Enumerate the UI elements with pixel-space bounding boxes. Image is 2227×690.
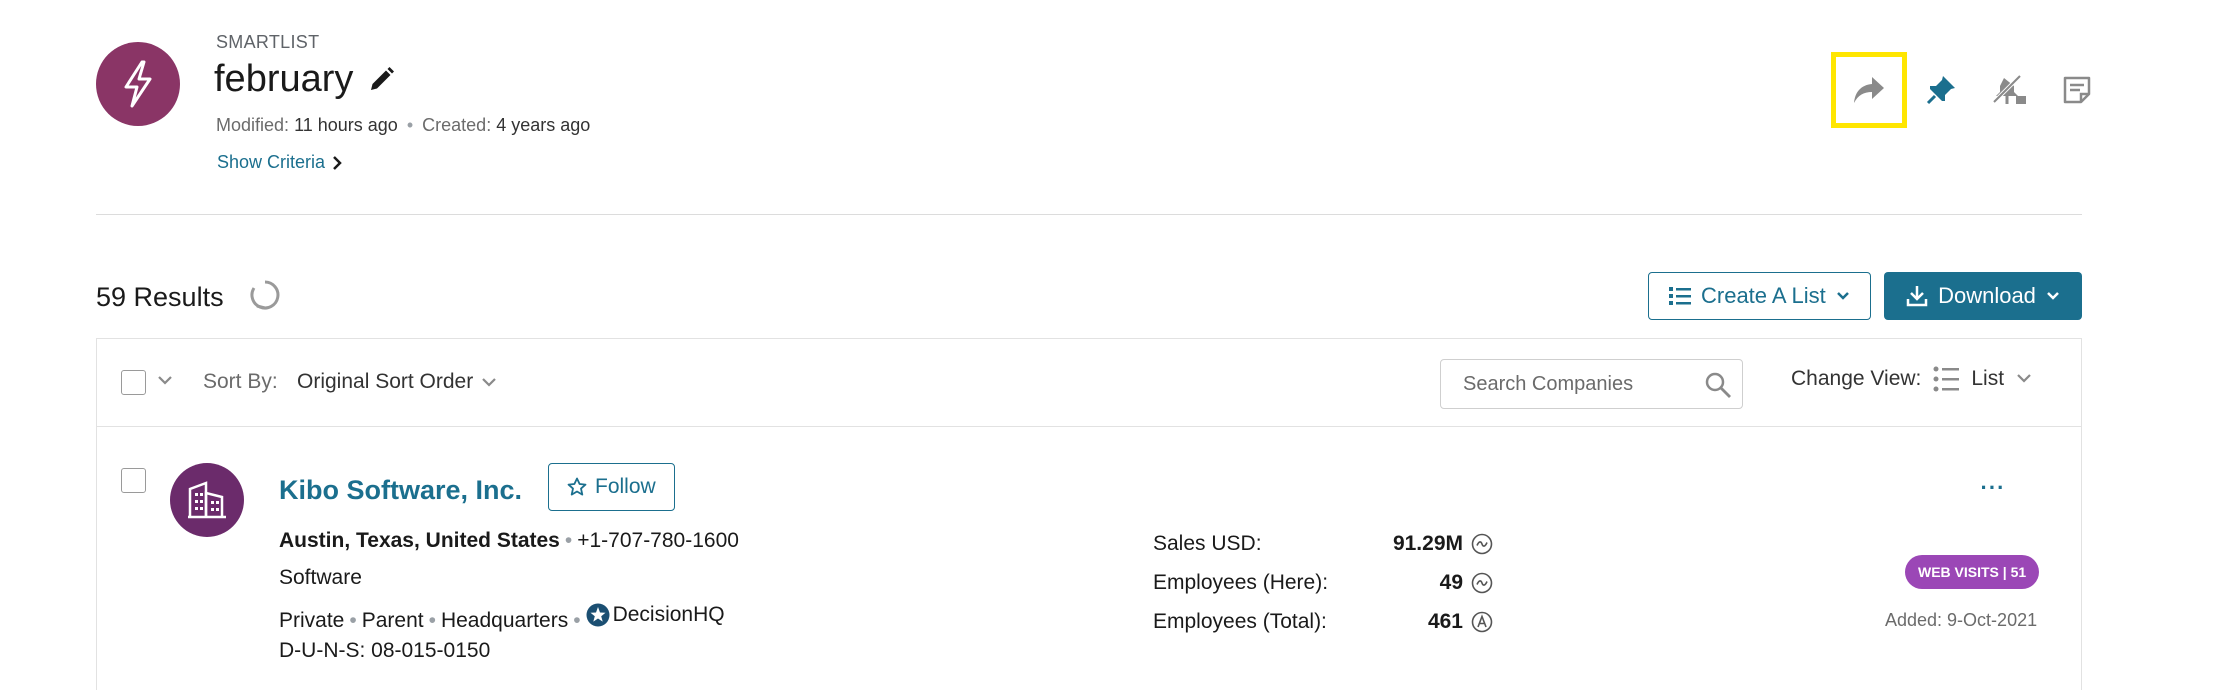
created-label: Created: [422, 115, 492, 135]
list-view-icon [1933, 366, 1960, 392]
list-icon [1669, 287, 1691, 305]
site-type: Headquarters [440, 609, 569, 632]
search-companies [1440, 359, 1743, 409]
decisionhq-label: DecisionHQ [612, 603, 725, 626]
unpin-button[interactable] [1975, 52, 2043, 128]
results-bar: 59 Results Create A List Download [96, 272, 2082, 322]
select-all-checkbox[interactable] [121, 370, 146, 395]
pencil-icon [371, 66, 395, 90]
separator-dot: • [428, 609, 436, 632]
notes-icon [2063, 76, 2091, 104]
page-title: february [214, 58, 354, 100]
results-count: 59 Results [96, 282, 224, 312]
location-line: Austin, Texas, United States • +1-707-780-… [279, 529, 739, 553]
row-checkbox[interactable] [121, 468, 146, 493]
employees-here-label: Employees (Here): [1153, 571, 1329, 594]
chevron-down-icon [2047, 292, 2059, 300]
follow-button[interactable]: Follow [548, 463, 675, 511]
view-value: List [1971, 367, 2005, 390]
pin-icon [1926, 76, 1955, 105]
decisionhq-star-icon [586, 603, 610, 627]
edit-title-button[interactable] [367, 66, 395, 94]
company-location: Austin, Texas, United States [279, 529, 560, 552]
chevron-down-icon [158, 376, 172, 385]
follow-label: Follow [595, 475, 656, 498]
smartlist-avatar [96, 42, 180, 126]
company-name-link[interactable]: Kibo Software, Inc. [279, 475, 522, 506]
industry-line: Software [279, 566, 362, 589]
search-icon[interactable] [1704, 371, 1732, 399]
title-row: february [214, 58, 395, 101]
download-icon [1906, 286, 1928, 307]
results-toolbar: Sort By: Original Sort Order Change View… [97, 339, 2081, 427]
list-type-label: SMARTLIST [216, 32, 320, 52]
employees-here-value: 49 [1439, 571, 1463, 594]
modified-value: 11 hours ago [294, 115, 398, 135]
show-criteria-link[interactable]: Show Criteria [217, 152, 343, 173]
separator-dot: • [349, 609, 357, 632]
decisionhq-badge: DecisionHQ [586, 603, 725, 627]
ownership: Private [279, 609, 345, 632]
list-header: SMARTLIST february Modified: 11 hours ag… [96, 30, 2091, 216]
sort-dropdown[interactable]: Original Sort Order [297, 370, 497, 394]
results-panel: Sort By: Original Sort Order Change View… [96, 338, 2082, 690]
create-list-label: Create A List [1701, 283, 1826, 308]
duns-line: D-U-N-S: 08-015-0150 [279, 639, 491, 662]
actual-icon[interactable] [1471, 611, 1493, 633]
pin-button[interactable] [1907, 52, 1975, 128]
more-options-button[interactable]: ··· [1970, 473, 2016, 503]
hierarchy: Parent [361, 609, 424, 632]
change-view[interactable]: Change View: List [1791, 365, 2032, 393]
added-date: Added: 9-Oct-2021 [1885, 610, 2038, 630]
share-button[interactable] [1831, 52, 1907, 128]
employees-total-label: Employees (Total): [1153, 610, 1327, 633]
building-icon [188, 481, 226, 519]
separator-dot: • [564, 529, 573, 552]
create-list-button[interactable]: Create A List [1648, 272, 1871, 320]
meta-separator: • [406, 115, 414, 135]
chevron-down-icon [1836, 292, 1849, 300]
modified-label: Modified: [216, 115, 290, 135]
chevron-right-icon [333, 155, 342, 170]
chevron-down-icon [482, 378, 497, 387]
refresh-button[interactable] [248, 278, 282, 317]
show-criteria-label: Show Criteria [217, 152, 326, 172]
company-avatar [170, 463, 244, 537]
select-options-dropdown[interactable] [157, 373, 173, 391]
sales-value: 91.29M [1392, 532, 1463, 555]
employees-total-value: 461 [1427, 610, 1463, 633]
created-value: 4 years ago [496, 115, 591, 135]
change-view-label: Change View: [1791, 367, 1922, 390]
estimated-icon[interactable] [1471, 533, 1493, 555]
chevron-down-icon [2017, 374, 2031, 383]
unpin-icon [1992, 74, 2026, 104]
sort-by-label: Sort By: [203, 370, 278, 393]
header-actions [1831, 52, 2111, 128]
star-outline-icon [567, 477, 587, 496]
list-meta: Modified: 11 hours ago • Created: 4 year… [216, 115, 590, 136]
attributes-line: Private • Parent • Headquarters • DecisionHQ [279, 603, 725, 633]
download-button[interactable]: Download [1884, 272, 2082, 320]
header-divider [96, 214, 2082, 215]
sales-label: Sales USD: [1153, 532, 1262, 555]
refresh-icon [250, 280, 280, 310]
company-phone[interactable]: +1-707-780-1600 [577, 529, 739, 552]
separator-dot: • [573, 609, 581, 632]
notes-button[interactable] [2043, 52, 2111, 128]
download-label: Download [1938, 283, 2036, 308]
sort-value: Original Sort Order [297, 370, 474, 393]
share-icon [1854, 77, 1884, 103]
estimated-icon[interactable] [1471, 572, 1493, 594]
lightning-icon [124, 60, 152, 108]
web-visits-badge[interactable]: WEB VISITS | 51 [1905, 555, 2040, 589]
search-input[interactable] [1441, 360, 1691, 408]
